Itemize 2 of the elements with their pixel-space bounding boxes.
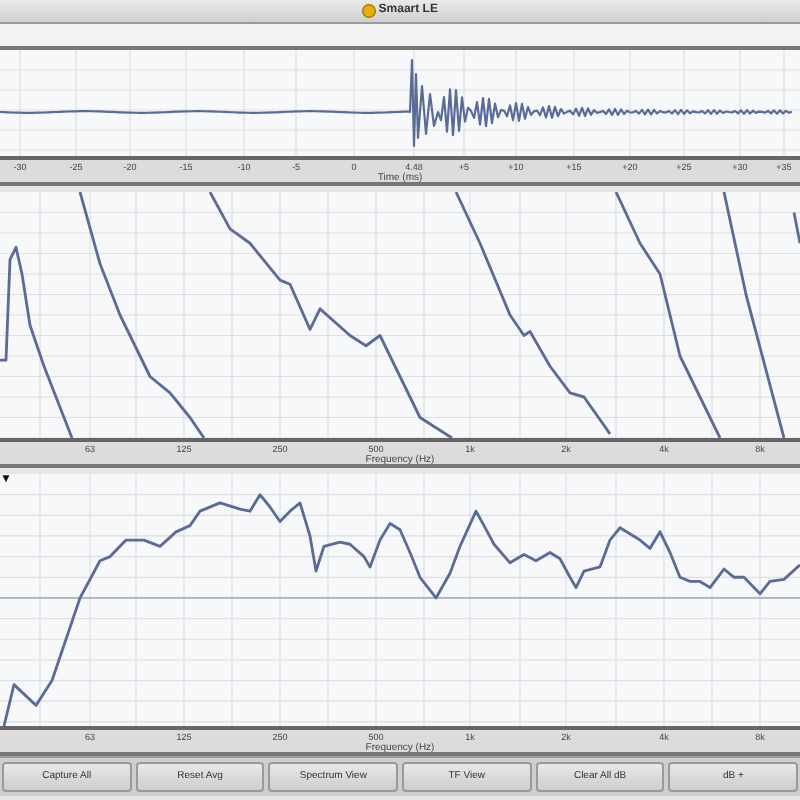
app-icon xyxy=(362,4,377,18)
decay-curve xyxy=(792,212,800,244)
